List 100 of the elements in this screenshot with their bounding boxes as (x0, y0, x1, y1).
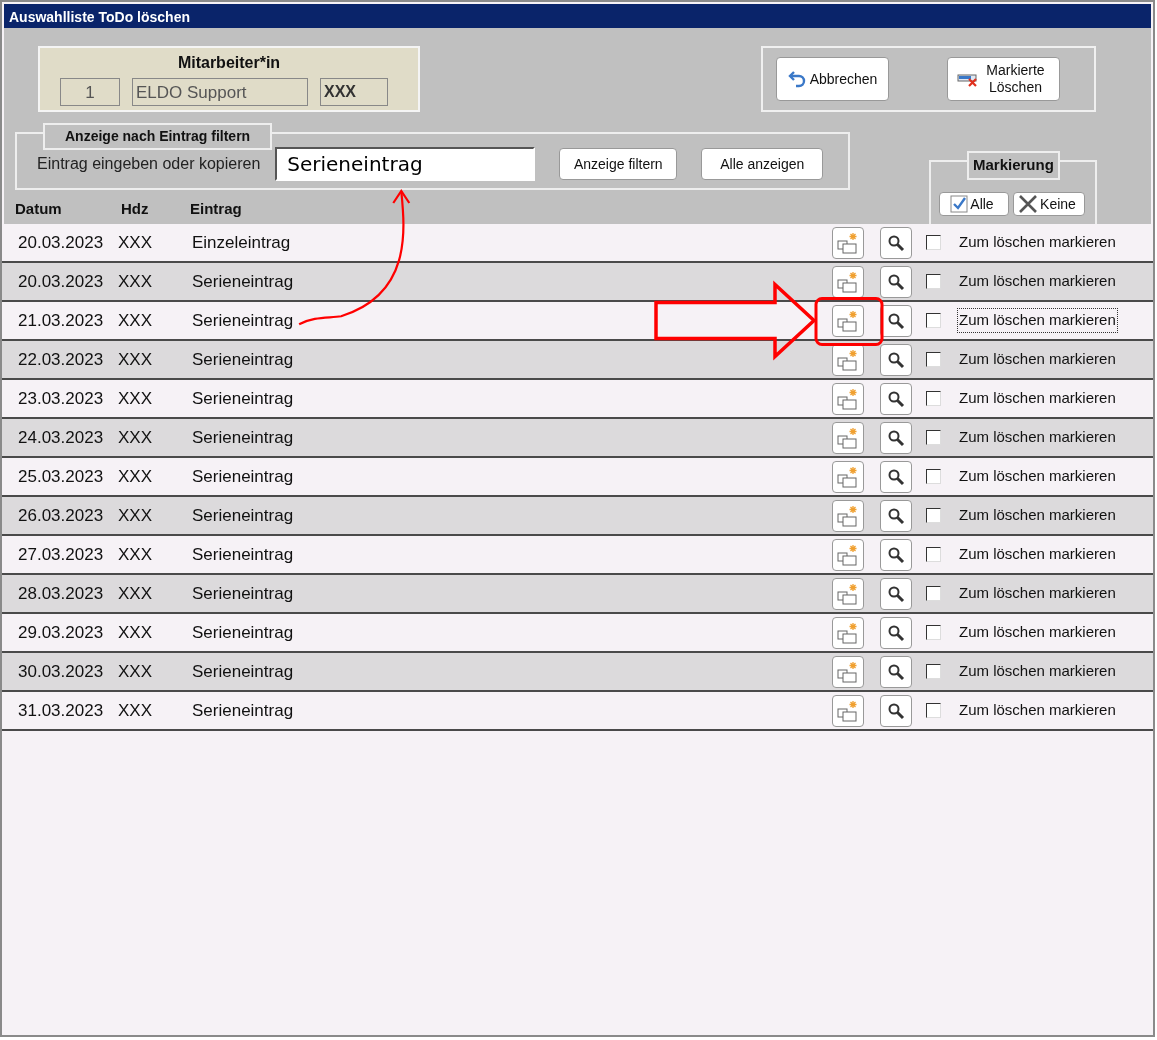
column-header: Datum (15, 199, 63, 219)
search-button[interactable] (880, 343, 912, 376)
copy-icon (836, 699, 860, 722)
entry-text: Serieneintrag (192, 583, 294, 603)
select-all-button[interactable]: Alle (939, 192, 1009, 216)
table-row[interactable]: 26.03.2023 XXX Serieneintrag Zum löschen markieren (2, 497, 1153, 536)
checkbox[interactable] (926, 274, 941, 289)
table-row[interactable]: 25.03.2023 XXX Serieneintrag Zum löschen markieren (2, 458, 1153, 497)
copy-icon (836, 231, 860, 254)
hdz-text: XXX (118, 348, 154, 371)
copy-button[interactable] (832, 460, 864, 493)
date-text: 29.03.2023 (18, 621, 105, 644)
table-row[interactable]: 28.03.2023 XXX Serieneintrag Zum löschen markieren (2, 575, 1153, 614)
copy-button[interactable] (832, 538, 864, 571)
search-button[interactable] (880, 616, 912, 649)
table-row[interactable]: 24.03.2023 XXX Serieneintrag Zum löschen markieren (2, 419, 1153, 458)
checkbox[interactable] (926, 625, 941, 640)
search-button[interactable] (880, 577, 912, 610)
filter-button[interactable]: Anzeige filtern (559, 148, 678, 180)
checkbox[interactable] (926, 547, 941, 562)
search-button[interactable] (880, 304, 912, 337)
table-row[interactable]: 21.03.2023 XXX Serieneintrag Zum löschen markieren (2, 302, 1153, 341)
copy-button[interactable] (832, 226, 864, 259)
copy-icon (836, 621, 860, 644)
checkbox[interactable] (926, 703, 941, 718)
table-row[interactable]: 27.03.2023 XXX Serieneintrag Zum löschen markieren (2, 536, 1153, 575)
checkbox-label[interactable]: Zum löschen markieren (957, 581, 1118, 606)
search-button[interactable] (880, 655, 912, 688)
search-button[interactable] (880, 226, 912, 259)
checkbox-label[interactable]: Zum löschen markieren (957, 269, 1118, 294)
date-text: 21.03.2023 (18, 309, 105, 332)
checkbox[interactable] (926, 313, 941, 328)
checkbox[interactable] (926, 235, 941, 250)
employee-name-field[interactable]: ELDO Support (132, 78, 308, 106)
copy-button[interactable] (832, 265, 864, 298)
checkbox-label[interactable]: Zum löschen markieren (957, 503, 1118, 528)
checkbox-label[interactable]: Zum löschen markieren (957, 230, 1118, 255)
delete-marked-button[interactable]: Markierte Löschen (947, 57, 1060, 101)
cancel-button[interactable]: Abbrechen (776, 57, 889, 101)
employee-code-field[interactable]: XXX (320, 78, 388, 106)
checkbox[interactable] (926, 586, 941, 601)
checkbox-label[interactable]: Zum löschen markieren (957, 386, 1118, 411)
copy-icon (836, 309, 860, 332)
copy-button[interactable] (832, 421, 864, 454)
checkbox[interactable] (926, 508, 941, 523)
entry-text: Serieneintrag (192, 622, 294, 642)
checkbox-label[interactable]: Zum löschen markieren (957, 347, 1118, 372)
checkbox-label[interactable]: Zum löschen markieren (957, 659, 1118, 684)
table-row[interactable]: 20.03.2023 XXX Serieneintrag Zum löschen markieren (2, 263, 1153, 302)
checkbox-label[interactable]: Zum löschen markieren (957, 425, 1118, 450)
hdz-text: XXX (118, 582, 154, 605)
column-header: Hdz (121, 199, 150, 219)
checkbox-label[interactable]: Zum löschen markieren (957, 620, 1118, 645)
table-row[interactable]: 20.03.2023 XXX Einzeleintrag Zum löschen markieren (2, 224, 1153, 263)
table-row[interactable]: 22.03.2023 XXX Serieneintrag Zum löschen markieren (2, 341, 1153, 380)
copy-button[interactable] (832, 499, 864, 532)
search-button[interactable] (880, 265, 912, 298)
date-text: 24.03.2023 (18, 426, 105, 449)
checkbox-label[interactable]: Zum löschen markieren (957, 698, 1118, 723)
hdz-text: XXX (118, 504, 154, 527)
copy-icon (836, 387, 860, 410)
search-button[interactable] (880, 421, 912, 454)
search-button[interactable] (880, 460, 912, 493)
hdz-text: XXX (118, 231, 154, 254)
filter-input-field[interactable]: Serieneintrag (275, 147, 536, 181)
copy-button[interactable] (832, 304, 864, 337)
checkbox[interactable] (926, 469, 941, 484)
table-row[interactable]: 31.03.2023 XXX Serieneintrag Zum löschen markieren (2, 692, 1153, 731)
checkbox[interactable] (926, 352, 941, 367)
copy-button[interactable] (832, 655, 864, 688)
select-none-button[interactable]: Keine (1013, 192, 1085, 216)
checkbox-label[interactable]: Zum löschen markieren (957, 542, 1118, 567)
checkbox[interactable] (926, 430, 941, 445)
search-button[interactable] (880, 382, 912, 415)
show-all-button[interactable]: Alle anzeigen (701, 148, 824, 180)
entry-text: Serieneintrag (192, 505, 294, 525)
hdz-text: XXX (118, 660, 154, 683)
hdz-text: XXX (118, 309, 154, 332)
employee-number-field[interactable]: 1 (60, 78, 120, 106)
search-icon (887, 311, 905, 330)
search-button[interactable] (880, 694, 912, 727)
date-text: 20.03.2023 (18, 270, 105, 293)
search-icon (887, 584, 905, 603)
search-button[interactable] (880, 538, 912, 571)
table-row[interactable]: 29.03.2023 XXX Serieneintrag Zum löschen markieren (2, 614, 1153, 653)
hdz-text: XXX (118, 270, 154, 293)
search-icon (887, 389, 905, 408)
table-row[interactable]: 23.03.2023 XXX Serieneintrag Zum löschen markieren (2, 380, 1153, 419)
copy-button[interactable] (832, 694, 864, 727)
copy-button[interactable] (832, 577, 864, 610)
date-text: 25.03.2023 (18, 465, 105, 488)
checkbox[interactable] (926, 391, 941, 406)
copy-button[interactable] (832, 382, 864, 415)
checkbox[interactable] (926, 664, 941, 679)
table-row[interactable]: 30.03.2023 XXX Serieneintrag Zum löschen markieren (2, 653, 1153, 692)
search-button[interactable] (880, 499, 912, 532)
copy-button[interactable] (832, 616, 864, 649)
checkbox-label[interactable]: Zum löschen markieren (957, 308, 1118, 333)
checkbox-label[interactable]: Zum löschen markieren (957, 464, 1118, 489)
entry-text: Serieneintrag (192, 349, 294, 369)
